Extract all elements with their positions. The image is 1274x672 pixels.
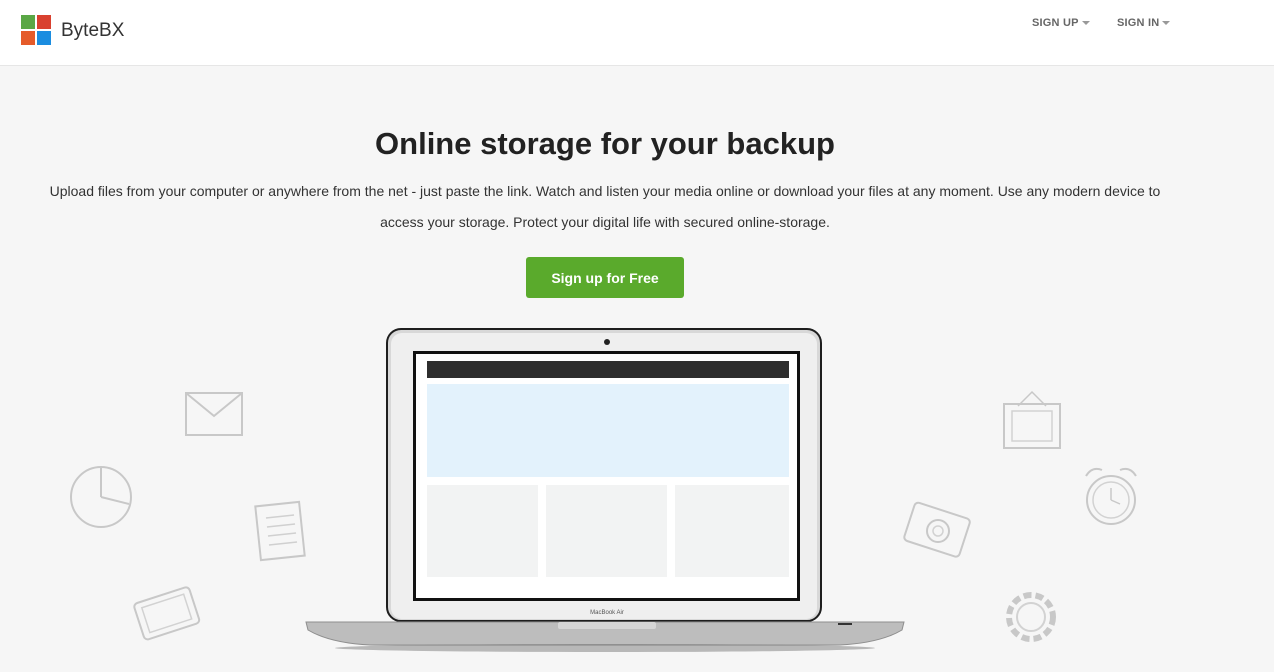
sign-up-label: SIGN UP: [1032, 17, 1079, 29]
chevron-down-icon: [1162, 21, 1171, 26]
pie-chart-icon: [70, 466, 132, 528]
brand-name[interactable]: ByteBX: [61, 20, 124, 42]
alarm-clock-icon: [1085, 467, 1137, 525]
bytebx-logo-icon[interactable]: [21, 15, 51, 45]
screen-banner: [427, 384, 789, 477]
gear-icon: [1006, 592, 1056, 642]
hero-title: Online storage for your backup: [375, 126, 835, 161]
sign-in-label: SIGN IN: [1117, 17, 1160, 29]
camera-icon: [903, 501, 971, 558]
envelope-icon: [185, 392, 243, 436]
top-header: ByteBX SIGN UP SIGN IN: [0, 0, 1274, 66]
chevron-down-icon: [1081, 21, 1090, 26]
tablet-icon: [133, 586, 201, 641]
sign-in-menu[interactable]: SIGN IN: [1117, 17, 1171, 29]
laptop-label: MacBook Air: [590, 610, 624, 616]
sign-up-free-button[interactable]: Sign up for Free: [526, 257, 684, 298]
laptop-illustration: MacBook Air: [305, 328, 905, 652]
picture-frame-icon: [1003, 390, 1061, 449]
notepad-icon: [254, 500, 306, 562]
hero-description: Upload files from your computer or anywh…: [49, 183, 1161, 230]
screen-navbar: [427, 361, 789, 378]
sign-up-menu[interactable]: SIGN UP: [1032, 17, 1090, 29]
